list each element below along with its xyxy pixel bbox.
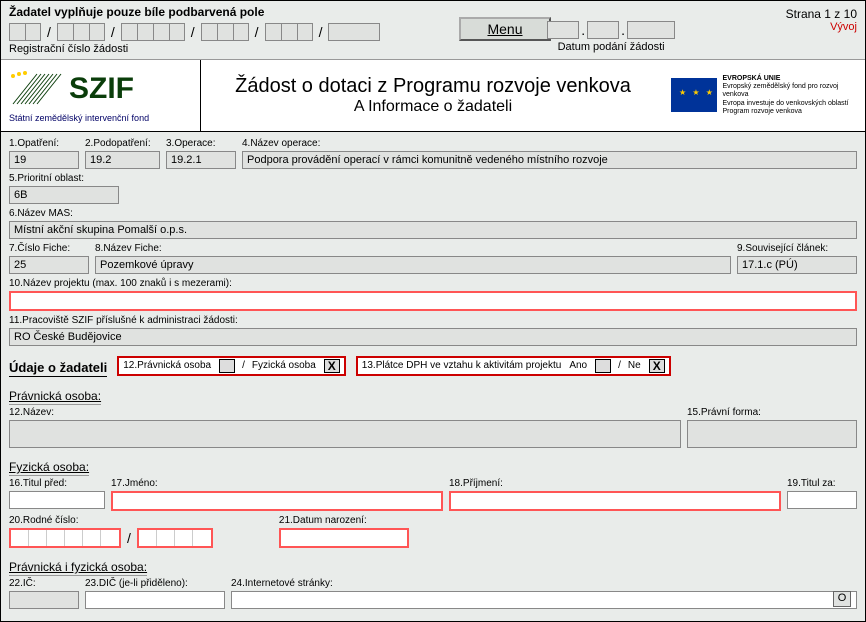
value-8: Pozemkové úpravy <box>95 256 731 274</box>
label-18: 18.Příjmení: <box>449 478 781 489</box>
project-name-input[interactable] <box>9 291 857 311</box>
value-6: Místní akční skupina Pomalší o.p.s. <box>9 221 857 239</box>
eu-flag-icon <box>671 78 717 112</box>
document-header: SZIF Státní zemědělský intervenční fond … <box>1 60 865 132</box>
value-9: 17.1.c (PÚ) <box>737 256 857 274</box>
first-name-input[interactable] <box>111 491 443 511</box>
reg-group-5 <box>265 23 313 41</box>
value-1: 19 <box>9 151 79 169</box>
label-2: 2.Podopatření: <box>85 138 160 149</box>
birth-number-part2[interactable] <box>137 528 213 548</box>
legal-person-subtitle: Právnická osoba: <box>9 389 101 405</box>
submission-date: . . Datum podání žádosti <box>547 21 675 53</box>
label-1: 1.Opatření: <box>9 138 79 149</box>
label-7: 7.Číslo Fiche: <box>9 243 89 254</box>
eu-logo: EVROPSKÁ UNIE Evropský zemědělský fond p… <box>665 69 865 123</box>
label-5: 5.Prioritní oblast: <box>9 173 119 184</box>
legal-person-checkbox[interactable] <box>219 359 235 373</box>
document-title: Žádost o dotaci z Programu rozvoje venko… <box>201 67 665 124</box>
dic-input[interactable] <box>85 591 225 609</box>
instruction-text: Žadatel vyplňuje pouze bíle podbarvená p… <box>9 5 857 19</box>
value-2: 19.2 <box>85 151 160 169</box>
reg-group-1 <box>9 23 41 41</box>
entity-type-toggle[interactable]: 12.Právnická osoba / Fyzická osoba X <box>117 356 346 376</box>
natural-person-subtitle: Fyzická osoba: <box>9 460 89 476</box>
reg-group-4 <box>201 23 249 41</box>
value-15 <box>687 420 857 448</box>
szif-logo: SZIF Státní zemědělský intervenční fond <box>1 60 201 131</box>
website-input[interactable] <box>231 591 857 609</box>
label-3: 3.Operace: <box>166 138 236 149</box>
label-12: 12.Název: <box>9 407 681 418</box>
both-subtitle: Právnická i fyzická osoba: <box>9 560 147 576</box>
value-3: 19.2.1 <box>166 151 236 169</box>
label-6: 6.Název MAS: <box>9 208 857 219</box>
label-9: 9.Související článek: <box>737 243 857 254</box>
applicant-section-title: Údaje o žadateli <box>9 360 107 377</box>
label-11: 11.Pracoviště SZIF příslušné k administr… <box>9 315 857 326</box>
surname-input[interactable] <box>449 491 781 511</box>
reg-label: Registrační číslo žádosti <box>9 43 857 55</box>
label-20: 20.Rodné číslo: <box>9 515 213 526</box>
label-21: 21.Datum narození: <box>279 515 409 526</box>
label-19: 19.Titul za: <box>787 478 857 489</box>
natural-person-checkbox[interactable]: X <box>324 359 340 373</box>
label-23: 23.DIČ (je-li přiděleno): <box>85 578 225 589</box>
page-meta: Strana 1 z 10 Vývoj <box>786 7 857 33</box>
mode-label: Vývoj <box>786 21 857 33</box>
label-24: 24.Internetové stránky: <box>231 578 857 589</box>
top-bar: Žadatel vyplňuje pouze bíle podbarvená p… <box>1 1 865 60</box>
value-4: Podpora provádění operací v rámci komuni… <box>242 151 857 169</box>
menu-button[interactable]: Menu <box>459 17 551 41</box>
value-22 <box>9 591 79 609</box>
reg-group-2 <box>57 23 105 41</box>
birth-number-part1[interactable] <box>9 528 121 548</box>
label-22: 22.IČ: <box>9 578 79 589</box>
value-11: RO České Budějovice <box>9 328 857 346</box>
value-5: 6B <box>9 186 119 204</box>
label-17: 17.Jméno: <box>111 478 443 489</box>
birth-date-input[interactable] <box>279 528 409 548</box>
label-15: 15.Právní forma: <box>687 407 857 418</box>
value-12 <box>9 420 681 448</box>
title-after-input[interactable] <box>787 491 857 509</box>
label-10: 10.Název projektu (max. 100 znaků i s me… <box>9 278 857 289</box>
vat-yes-checkbox[interactable] <box>595 359 611 373</box>
label-8: 8.Název Fiche: <box>95 243 731 254</box>
svg-text:SZIF: SZIF <box>69 72 134 105</box>
vat-no-checkbox[interactable]: X <box>649 359 665 373</box>
vat-payer-toggle[interactable]: 13.Plátce DPH ve vztahu k aktivitám proj… <box>356 356 671 376</box>
title-before-input[interactable] <box>9 491 105 509</box>
o-button[interactable]: O <box>833 591 851 607</box>
reg-group-3 <box>121 23 185 41</box>
reg-group-6 <box>328 23 380 41</box>
label-4: 4.Název operace: <box>242 138 857 149</box>
label-16: 16.Titul před: <box>9 478 105 489</box>
value-7: 25 <box>9 256 89 274</box>
